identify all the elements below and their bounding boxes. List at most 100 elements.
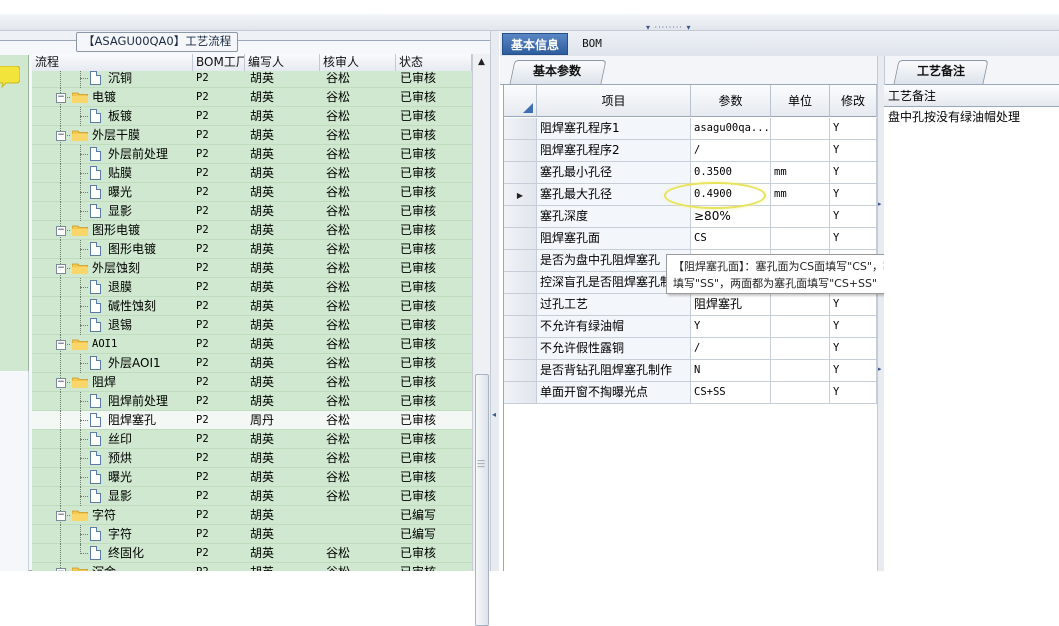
tree-row[interactable]: 板镀 P2 胡英 谷松 已审核 (32, 107, 472, 126)
grid-cell-param[interactable]: / (691, 338, 771, 359)
tree-row[interactable]: 显影 P2 胡英 谷松 已审核 (32, 487, 472, 506)
collapse-icon[interactable]: − (56, 378, 66, 388)
tree-row[interactable]: 字符 P2 胡英 已编写 (32, 525, 472, 544)
tab-process-notes[interactable]: 工艺备注 (906, 62, 976, 82)
splitter-arrow-icon[interactable]: ◂ (492, 410, 496, 419)
grid-cell-param[interactable]: / (691, 140, 771, 161)
grid-cell-unit[interactable] (771, 316, 830, 337)
row-header[interactable] (504, 250, 537, 271)
grid-cell-param[interactable]: asagu00qa... (691, 118, 771, 139)
grid-row[interactable]: 不允许假性露铜 / Y (504, 338, 877, 360)
row-header[interactable] (504, 140, 537, 161)
tree-group-row[interactable]: − 图形电镀 P2 胡英 谷松 已审核 (32, 221, 472, 240)
grid-cell-modify[interactable]: Y (830, 338, 877, 359)
collapse-icon[interactable]: − (56, 131, 66, 141)
grid-cell-param[interactable]: Y (691, 316, 771, 337)
collapse-icon[interactable]: − (56, 511, 66, 521)
grid-row[interactable]: 是否背钻孔阻焊塞孔制作 N Y (504, 360, 877, 382)
notes-text[interactable]: 盘中孔按没有绿油帽处理 (888, 108, 1058, 126)
col-header-modify[interactable]: 修改 (830, 85, 877, 117)
grid-corner[interactable] (504, 85, 537, 117)
grid-cell-modify[interactable]: Y (830, 228, 877, 249)
collapse-icon[interactable]: − (56, 264, 66, 274)
col-header-status[interactable]: 状态 (396, 54, 472, 71)
tree-row[interactable]: 图形电镀 P2 胡英 谷松 已审核 (32, 240, 472, 259)
splitter-arrow-icon[interactable]: ▸ (878, 200, 882, 208)
grid-cell-modify[interactable]: Y (830, 140, 877, 161)
tab-bom[interactable]: BOM (572, 33, 612, 55)
splitter-arrow-icon[interactable]: ▸ (878, 365, 882, 373)
tree-row[interactable]: 阻焊塞孔 P2 周丹 谷松 已审核 (32, 411, 472, 430)
grid-cell-modify[interactable]: Y (830, 316, 877, 337)
col-header-param[interactable]: 参数 (691, 85, 771, 117)
tree-row[interactable]: 丝印 P2 胡英 谷松 已审核 (32, 430, 472, 449)
col-header-writer[interactable]: 编写人 (245, 54, 320, 71)
grid-cell-unit[interactable] (771, 228, 830, 249)
tree-row[interactable]: 阻焊前处理 P2 胡英 谷松 已审核 (32, 392, 472, 411)
grid-cell-modify[interactable]: Y (830, 206, 877, 227)
tree-row[interactable]: 退锡 P2 胡英 谷松 已审核 (32, 316, 472, 335)
scrollbar-thumb[interactable] (475, 374, 489, 626)
grid-row[interactable]: 阻焊塞孔程序1 asagu00qa... Y (504, 118, 877, 140)
row-header[interactable] (504, 272, 537, 293)
tree-row[interactable]: 贴膜 P2 胡英 谷松 已审核 (32, 164, 472, 183)
row-header[interactable] (504, 294, 537, 315)
col-header-unit[interactable]: 单位 (771, 85, 830, 117)
tree-group-row[interactable]: − AOI1 P2 胡英 谷松 已审核 (32, 335, 472, 354)
grid-cell-param[interactable]: 0.3500 (691, 162, 771, 183)
grid-cell-modify[interactable]: Y (830, 162, 877, 183)
grid-cell-unit[interactable] (771, 206, 830, 227)
grid-cell-param[interactable]: 阻焊塞孔 (691, 294, 771, 315)
tree-group-row[interactable]: − 电镀 P2 胡英 谷松 已审核 (32, 88, 472, 107)
row-header[interactable] (504, 118, 537, 139)
col-header-item[interactable]: 项目 (537, 85, 691, 117)
grid-row[interactable]: 阻焊塞孔面 CS Y (504, 228, 877, 250)
grid-cell-unit[interactable] (771, 382, 830, 403)
tree-row[interactable]: 外层前处理 P2 胡英 谷松 已审核 (32, 145, 472, 164)
col-header-bom-factory[interactable]: BOM工厂 (193, 54, 245, 71)
grid-cell-modify[interactable]: Y (830, 184, 877, 205)
grid-cell-unit[interactable] (771, 360, 830, 381)
tree-group-row[interactable]: − 外层蚀刻 P2 胡英 谷松 已审核 (32, 259, 472, 278)
tree-row[interactable]: 退膜 P2 胡英 谷松 已审核 (32, 278, 472, 297)
tree-row[interactable]: 外层AOI1 P2 胡英 谷松 已审核 (32, 354, 472, 373)
row-header[interactable] (504, 338, 537, 359)
grid-row[interactable]: 塞孔最小孔径 0.3500 mm Y (504, 162, 877, 184)
grid-cell-modify[interactable]: Y (830, 382, 877, 403)
row-header[interactable] (504, 228, 537, 249)
tab-basic-info[interactable]: 基本信息 (502, 33, 568, 55)
tree-row[interactable]: 终固化 P2 胡英 谷松 已审核 (32, 544, 472, 563)
grid-row[interactable]: 不允许有绿油帽 Y Y (504, 316, 877, 338)
grid-cell-modify[interactable]: Y (830, 360, 877, 381)
subtab-basic-params[interactable]: 基本参数 (522, 62, 592, 82)
panel-splitter[interactable] (490, 31, 499, 571)
row-header[interactable] (504, 382, 537, 403)
grid-cell-modify[interactable]: Y (830, 118, 877, 139)
row-header[interactable]: ▶ (504, 184, 537, 205)
collapse-icon[interactable]: − (56, 340, 66, 350)
tree-group-row[interactable]: − 外层干膜 P2 胡英 谷松 已审核 (32, 126, 472, 145)
grid-row[interactable]: 塞孔深度 ≥80% Y (504, 206, 877, 228)
grid-cell-param[interactable]: ≥80% (691, 206, 771, 227)
chat-bubble-icon[interactable] (0, 66, 20, 88)
row-header[interactable] (504, 360, 537, 381)
grid-cell-modify[interactable]: Y (830, 294, 877, 315)
tree-group-row[interactable]: − 阻焊 P2 胡英 谷松 已审核 (32, 373, 472, 392)
scroll-up-icon[interactable]: ▲ (473, 54, 490, 71)
grid-cell-param[interactable]: N (691, 360, 771, 381)
grid-cell-unit[interactable] (771, 118, 830, 139)
grid-row[interactable]: 阻焊塞孔程序2/ Y (504, 140, 877, 162)
row-header[interactable] (504, 162, 537, 183)
tree-row[interactable]: 碱性蚀刻 P2 胡英 谷松 已审核 (32, 297, 472, 316)
grid-cell-unit[interactable] (771, 338, 830, 359)
col-header-reviewer[interactable]: 核审人 (320, 54, 396, 71)
col-header-flow[interactable]: 流程 (32, 54, 193, 71)
grid-cell-param[interactable]: CS (691, 228, 771, 249)
row-header[interactable] (504, 206, 537, 227)
grid-row[interactable]: 单面开窗不掏曝光点 CS+SS Y (504, 382, 877, 404)
grid-cell-unit[interactable] (771, 294, 830, 315)
row-header[interactable] (504, 316, 537, 337)
tree-row[interactable]: 曝光 P2 胡英 谷松 已审核 (32, 183, 472, 202)
tree-scrollbar[interactable]: ▲ — — — (472, 54, 490, 626)
tree-row[interactable]: 显影 P2 胡英 谷松 已审核 (32, 202, 472, 221)
